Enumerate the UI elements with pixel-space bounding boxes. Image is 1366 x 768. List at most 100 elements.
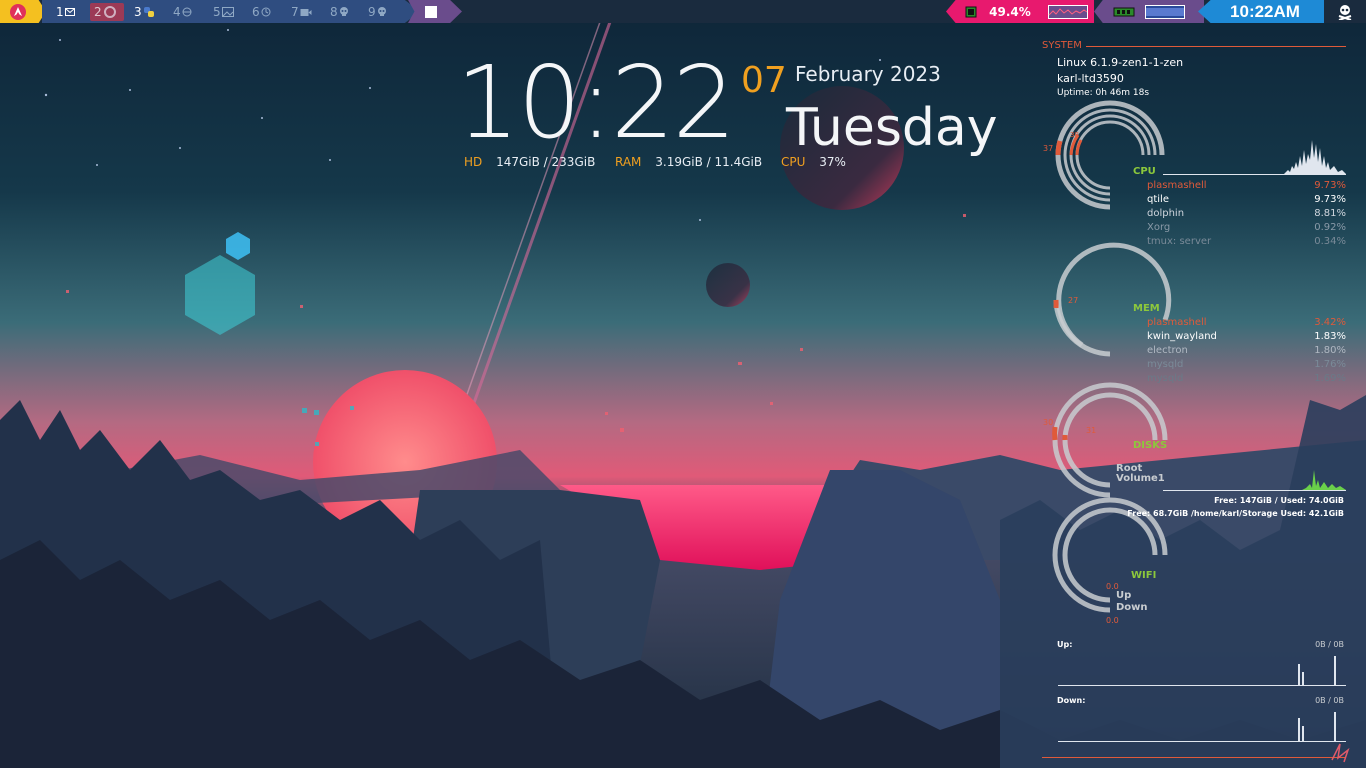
ram-value: 3.19GiB / 11.4GiB	[655, 155, 763, 169]
skull-icon	[339, 7, 348, 16]
disk-root-info: Free: 147GiB / Used: 74.0GiB	[1214, 496, 1344, 505]
mem-ring-value: 27	[1068, 296, 1079, 305]
process-value: 1.83%	[1314, 331, 1346, 342]
process-value: 3.42%	[1314, 317, 1346, 328]
workspace-2[interactable]: 2	[90, 3, 124, 21]
mem-process-row: mysqld 1.76%	[1147, 359, 1346, 370]
process-value: 9.73%	[1314, 194, 1346, 205]
disk-volume-label: Volume1	[1116, 473, 1165, 484]
process-name: dolphin	[1147, 208, 1185, 219]
cpu-label-rule	[1163, 174, 1346, 175]
mem-process-row: plasmashell 3.42%	[1147, 317, 1346, 328]
process-name: plasmashell	[1147, 180, 1207, 191]
net-up-rate: 0B / 0B	[1315, 640, 1344, 649]
hd-label: HD	[464, 155, 483, 169]
wifi-section-label: WIFI	[1131, 570, 1157, 581]
workspace-6[interactable]: 6	[252, 3, 271, 21]
system-header: SYSTEM	[1042, 40, 1082, 51]
disk-root-ring-value: 30	[1043, 418, 1054, 427]
disk-volume-info: Free: 68.7GiB /home/karl/Storage Used: 4…	[1127, 509, 1344, 518]
disks-section-label: DISKS	[1133, 440, 1168, 451]
process-name: kwin_wayland	[1147, 331, 1217, 342]
clock-widget[interactable]: 10:22AM	[1198, 0, 1324, 23]
layout-indicator[interactable]	[408, 0, 462, 23]
skull-icon	[377, 7, 386, 16]
workspace-8[interactable]: 8	[330, 3, 349, 21]
memory-widget[interactable]	[1094, 0, 1204, 23]
cpu-value: 37%	[819, 155, 846, 169]
wifi-down-label: Down	[1116, 602, 1148, 613]
ram-label: RAM	[615, 155, 642, 169]
window-square-icon	[425, 5, 437, 18]
workspace-label: 8	[330, 5, 338, 19]
power-button[interactable]	[1324, 0, 1366, 23]
workspace-label: 1	[56, 5, 64, 19]
cpu-graph-widget[interactable]	[1042, 0, 1094, 23]
clock-icon	[261, 7, 271, 17]
memory-bar	[1145, 4, 1185, 19]
video-icon	[300, 8, 312, 16]
net-up-graph	[1058, 656, 1346, 686]
process-value: 1.69%	[1314, 373, 1346, 384]
net-down-graph	[1058, 712, 1346, 742]
workspace-label: 2	[94, 5, 102, 19]
bar-clock: 10:22AM	[1230, 1, 1300, 21]
workspace-5[interactable]: 5	[213, 3, 234, 21]
workspace-label: 9	[368, 5, 376, 19]
skull-crossbones-icon	[1338, 4, 1352, 20]
desktop-month-year: February 2023	[795, 62, 941, 86]
cpu-process-row: tmux: server 0.34%	[1147, 236, 1346, 247]
mem-process-row: electron 1.80%	[1147, 345, 1346, 356]
cpu-ring	[1055, 100, 1165, 210]
process-value: 8.81%	[1314, 208, 1346, 219]
ram-stat: RAM 3.19GiB / 11.4GiB	[615, 155, 762, 169]
workspace-1[interactable]: 1	[56, 3, 75, 21]
ram-icon	[1113, 7, 1135, 16]
process-name: mysqld	[1147, 359, 1184, 370]
net-down-label: Down:	[1057, 696, 1086, 705]
hostname: karl-ltd3590	[1057, 72, 1124, 85]
cpu-process-row: plasmashell 9.73%	[1147, 180, 1346, 191]
process-name: electron	[1147, 345, 1188, 356]
hd-value: 147GiB / 233GiB	[496, 155, 596, 169]
cpu-process-row: dolphin 8.81%	[1147, 208, 1346, 219]
process-name: qtile	[1147, 194, 1169, 205]
workspace-4[interactable]: 4	[173, 3, 192, 21]
signature-icon	[1331, 743, 1350, 763]
cpu-ring-value-2: 38	[1070, 131, 1079, 139]
image-icon	[221, 7, 234, 17]
workspace-3[interactable]: 3	[134, 3, 155, 21]
process-name: mysqld	[1147, 373, 1184, 384]
cpu-process-row: qtile 9.73%	[1147, 194, 1346, 205]
cpu-history-graph	[1284, 140, 1346, 174]
desktop-weekday: Tuesday	[786, 98, 998, 158]
mem-process-row: mysqld 1.69%	[1147, 373, 1346, 384]
cpu-percent: 49.4%	[989, 4, 1031, 19]
bottom-rule	[1042, 757, 1346, 758]
workspace-7[interactable]: 7	[291, 3, 312, 21]
wifi-down-value: 0.0	[1106, 616, 1119, 625]
process-value: 1.80%	[1314, 345, 1346, 356]
mem-section-label: MEM	[1133, 303, 1160, 314]
process-name: Xorg	[1147, 222, 1171, 233]
workspace-label: 3	[134, 5, 142, 19]
hd-stat: HD 147GiB / 233GiB	[464, 155, 595, 169]
workspace-label: 5	[213, 5, 221, 19]
workspace-label: 6	[252, 5, 260, 19]
workspace-label: 4	[173, 5, 181, 19]
disk-vol-ring-value: 31	[1086, 426, 1097, 435]
arch-logo-icon	[10, 3, 26, 20]
kernel-version: Linux 6.1.9-zen1-1-zen	[1057, 56, 1184, 69]
system-header-rule	[1086, 46, 1346, 47]
workspace-9[interactable]: 9	[368, 3, 387, 21]
disk-io-graph	[1302, 470, 1346, 490]
cpu-section-label: CPU	[1133, 166, 1156, 177]
launcher-button[interactable]	[0, 0, 46, 23]
globe-icon	[182, 7, 192, 17]
cpu-widget[interactable]: 49.4%	[946, 0, 1042, 23]
python-icon	[143, 7, 154, 17]
disk-rule	[1163, 490, 1346, 491]
mem-process-row: kwin_wayland 1.83%	[1147, 331, 1346, 342]
process-name: tmux: server	[1147, 236, 1212, 247]
cpu-stat: CPU 37%	[781, 155, 846, 169]
